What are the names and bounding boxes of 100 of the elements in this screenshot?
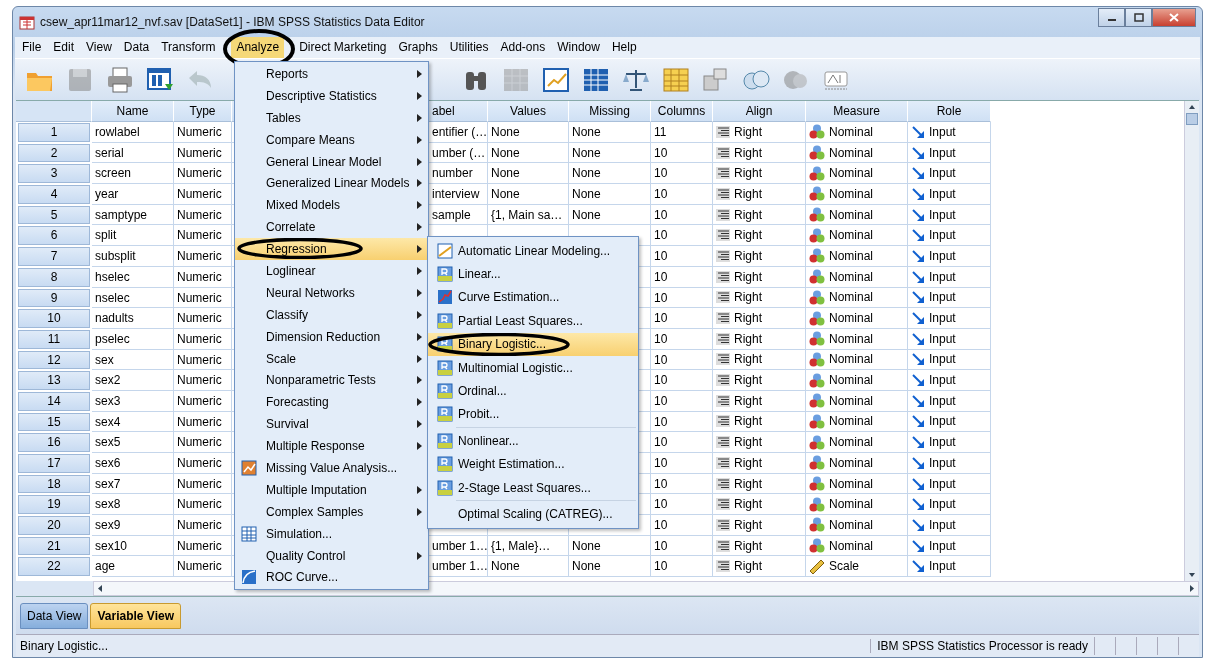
- row-number[interactable]: 5: [18, 205, 90, 225]
- print-icon[interactable]: [105, 64, 135, 95]
- menu-item[interactable]: File: [17, 36, 47, 58]
- table-cell-text: Right: [734, 185, 762, 203]
- column-header[interactable]: Role: [908, 101, 991, 122]
- menu-item[interactable]: Curve Estimation...: [428, 285, 638, 310]
- row-number[interactable]: 20: [18, 516, 90, 535]
- menu-item[interactable]: Partial Least Squares...: [428, 309, 638, 333]
- menu-item[interactable]: Complex Samples: [235, 500, 428, 523]
- minimize-button[interactable]: [1098, 8, 1125, 27]
- menu-item[interactable]: Multiple Response: [235, 435, 428, 458]
- menu-item[interactable]: Survival: [235, 413, 428, 436]
- align-right-icon: [716, 436, 730, 449]
- submenu-arrow-icon: [417, 113, 422, 122]
- close-button[interactable]: [1152, 8, 1196, 27]
- menu-item[interactable]: Multiple Imputation: [235, 478, 428, 501]
- row-number[interactable]: 7: [18, 247, 90, 266]
- table-cell: sex2: [92, 370, 174, 391]
- vertical-scrollbar[interactable]: [1184, 101, 1199, 581]
- row-number[interactable]: 2: [18, 143, 90, 163]
- menu-item[interactable]: Dimension Reduction: [235, 325, 428, 348]
- column-header[interactable]: Columns: [651, 101, 713, 122]
- menu-item[interactable]: Window: [552, 36, 605, 58]
- menu-item[interactable]: Transform: [156, 36, 221, 58]
- row-number[interactable]: 15: [18, 412, 90, 432]
- menu-item[interactable]: Analyze: [231, 36, 285, 58]
- row-number[interactable]: 13: [18, 371, 90, 390]
- view-tab[interactable]: Variable View: [90, 603, 181, 630]
- row-number[interactable]: 16: [18, 433, 90, 452]
- column-header[interactable]: Name: [92, 101, 174, 122]
- menu-item[interactable]: Loglinear: [235, 260, 428, 282]
- submenu-arrow-icon: [417, 201, 422, 210]
- menu-item[interactable]: 2-Stage Least Squares...: [428, 475, 638, 500]
- submenu-arrow-icon: [417, 442, 422, 451]
- menu-item[interactable]: Linear...: [428, 262, 638, 286]
- menu-item[interactable]: Direct Marketing: [294, 36, 392, 58]
- row-number[interactable]: 11: [18, 329, 90, 349]
- scroll-thumb[interactable]: [1186, 113, 1198, 126]
- table-cell-text: Input: [929, 144, 956, 162]
- menu-item[interactable]: Utilities: [444, 36, 494, 58]
- table-cell-text: Input: [929, 392, 956, 410]
- maximize-button[interactable]: [1125, 8, 1152, 27]
- row-number[interactable]: 4: [18, 185, 90, 204]
- row-number[interactable]: 12: [18, 350, 90, 370]
- menu-item[interactable]: Multinomial Logistic...: [428, 355, 638, 380]
- menu-item[interactable]: Add-ons: [495, 36, 551, 58]
- menu-item[interactable]: Missing Value Analysis...: [235, 457, 428, 479]
- table-cell: Numeric: [174, 266, 232, 288]
- menu-item[interactable]: Graphs: [393, 36, 443, 58]
- column-header[interactable]: Type: [174, 101, 232, 122]
- menu-item[interactable]: Automatic Linear Modeling...: [428, 239, 638, 263]
- align-right-icon: [716, 249, 730, 262]
- menu-item[interactable]: Weight Estimation...: [428, 452, 638, 476]
- row-number[interactable]: 1: [18, 123, 90, 142]
- table-cell-text: Right: [734, 392, 762, 410]
- curve-icon: [241, 569, 257, 586]
- menu-item[interactable]: Optimal Scaling (CATREG)...: [428, 502, 638, 526]
- table-cell-text: Input: [929, 372, 956, 390]
- table-cell-text: Nominal: [829, 454, 873, 472]
- column-header[interactable]: Align: [713, 101, 806, 122]
- row-number[interactable]: 22: [18, 557, 90, 577]
- arrow-icon: [911, 373, 925, 388]
- menu-item[interactable]: Forecasting: [235, 391, 428, 414]
- column-header[interactable]: Measure: [806, 101, 908, 122]
- table-cell: 10: [651, 246, 713, 267]
- menu-item[interactable]: View: [81, 36, 117, 58]
- arrow-icon: [911, 145, 925, 160]
- menu-item[interactable]: Nonparametric Tests: [235, 369, 428, 392]
- table-cell: 10: [651, 287, 713, 309]
- menu-item[interactable]: Neural Networks: [235, 281, 428, 304]
- menu-item[interactable]: Nonlinear...: [428, 429, 638, 453]
- row-number[interactable]: 10: [18, 309, 90, 328]
- submenu-arrow-icon: [417, 135, 422, 144]
- menu-item[interactable]: Edit: [48, 36, 80, 58]
- align-right-icon: [716, 125, 730, 138]
- row-number[interactable]: 21: [18, 536, 90, 556]
- arrow-icon: [911, 186, 925, 201]
- row-number[interactable]: 19: [18, 495, 90, 515]
- row-number[interactable]: 6: [18, 226, 90, 246]
- table-cell: Numeric: [174, 308, 232, 329]
- table-cell-text: Right: [734, 413, 762, 431]
- submenu-arrow-icon: [417, 245, 422, 254]
- row-number[interactable]: 14: [18, 391, 90, 411]
- menu-item[interactable]: Help: [606, 36, 642, 58]
- table-cell-text: Right: [734, 475, 762, 493]
- column-header[interactable]: Missing: [569, 101, 651, 122]
- row-number[interactable]: 3: [18, 164, 90, 184]
- row-number[interactable]: 8: [18, 267, 90, 287]
- menu-item[interactable]: Data: [118, 36, 155, 58]
- column-header[interactable]: Values: [488, 101, 569, 122]
- row-number[interactable]: 18: [18, 474, 90, 494]
- menu-item[interactable]: Classify: [235, 303, 428, 326]
- menu-item[interactable]: Probit...: [428, 402, 638, 427]
- table-cell: None: [488, 184, 569, 205]
- menu-item[interactable]: Scale: [235, 347, 428, 370]
- menu-item[interactable]: Ordinal...: [428, 379, 638, 403]
- row-number[interactable]: 17: [18, 454, 90, 473]
- view-tab[interactable]: Data View: [20, 603, 89, 630]
- row-number[interactable]: 9: [18, 288, 90, 308]
- menu-item[interactable]: Reports: [235, 63, 428, 85]
